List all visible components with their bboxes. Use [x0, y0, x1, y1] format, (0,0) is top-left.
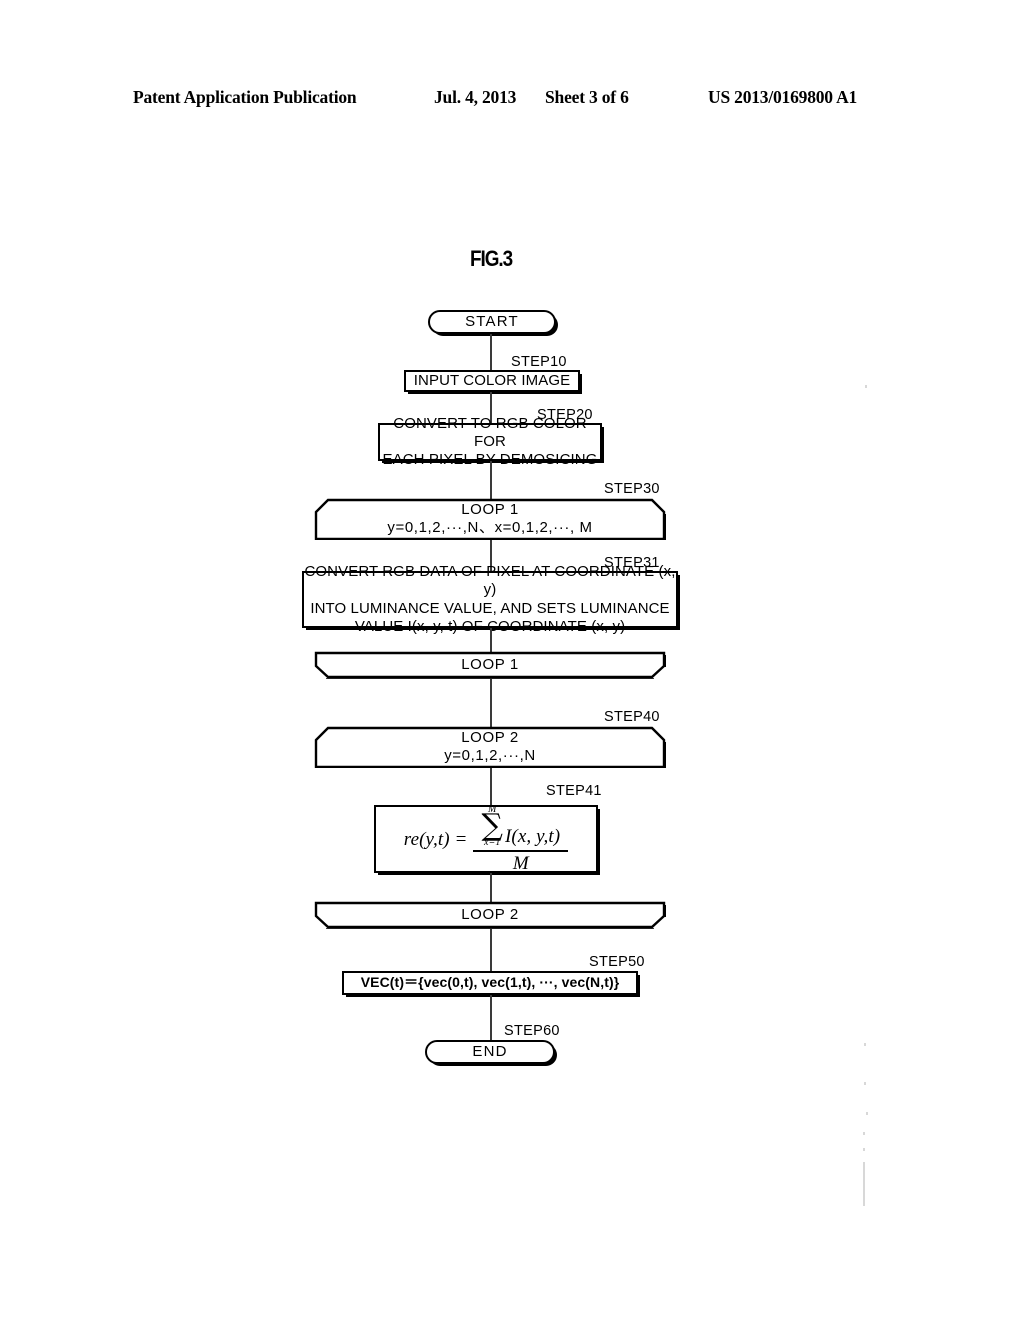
node-step50-label: VEC(t)＝{vec(0,t), vec(1,t), ···, vec(N,t…: [360, 974, 620, 991]
summation-argument: I(x, y,t): [504, 826, 561, 848]
connector-step20-to-loop1: [490, 461, 492, 499]
node-start: START: [428, 310, 556, 334]
scan-artifact: [863, 1148, 865, 1151]
connector-step31-to-loop1end: [490, 628, 492, 652]
formula-numerator: M ∑ x=1 I(x, y,t): [473, 805, 568, 850]
scan-artifact: [863, 1162, 865, 1206]
node-step50: VEC(t)＝{vec(0,t), vec(1,t), ···, vec(N,t…: [342, 971, 638, 995]
step-label-step50: STEP50: [589, 954, 645, 970]
scan-artifact: [864, 1043, 866, 1046]
node-step31-line1: CONVERT RGB DATA OF PIXEL AT COORDINATE …: [304, 562, 676, 599]
connector-loop2end-to-step50: [490, 929, 492, 973]
scan-artifact: [864, 1082, 866, 1085]
node-start-label: START: [465, 312, 519, 330]
connector-step50-to-end: [490, 995, 492, 1040]
connector-loop2-to-step41: [490, 768, 492, 806]
step-label-step40: STEP40: [604, 709, 660, 725]
scan-artifact: [865, 385, 867, 388]
node-step20-line1: CONVERT TO RGB COLOR FOR: [393, 414, 587, 450]
node-step10-label: INPUT COLOR IMAGE: [413, 371, 571, 389]
node-step20: CONVERT TO RGB COLOR FOR EACH PIXEL BY D…: [378, 415, 602, 468]
node-loop2-begin-title: LOOP 2: [461, 728, 519, 746]
node-loop1-end-label: LOOP 1: [461, 655, 519, 673]
step-label-step30: STEP30: [604, 481, 660, 497]
node-loop1-begin: LOOP 1 y=0,1,2,···,N、x=0,1,2,···, M: [314, 498, 666, 540]
formula-lhs: re(y,t) =: [403, 828, 468, 850]
node-loop2-begin-range: y=0,1,2,···,N: [444, 747, 536, 764]
summation-operator: M ∑ x=1: [481, 805, 503, 848]
connector-loop1end-to-loop2: [490, 679, 492, 727]
connector-start-to-step10: [490, 334, 492, 370]
node-end: END: [425, 1040, 555, 1064]
connector-step41-to-loop2end: [490, 873, 492, 902]
formula-fraction: M ∑ x=1 I(x, y,t) M: [473, 805, 569, 874]
node-loop2-end: LOOP 2: [314, 901, 666, 929]
node-loop1-begin-title: LOOP 1: [461, 500, 519, 518]
node-loop2-begin: LOOP 2 y=0,1,2,···,N: [314, 726, 666, 768]
step-label-step41: STEP41: [546, 783, 602, 799]
node-loop1-begin-range: y=0,1,2,···,N、x=0,1,2,···, M: [387, 519, 593, 536]
step-label-step10: STEP10: [511, 354, 567, 370]
summation-lower-limit: x=1: [483, 837, 501, 849]
node-loop1-end: LOOP 1: [314, 651, 666, 679]
formula-average-luminance: re(y,t) = M ∑ x=1 I(x, y,t) M: [403, 805, 569, 874]
node-step41: re(y,t) = M ∑ x=1 I(x, y,t) M: [374, 805, 598, 873]
node-end-label: END: [472, 1042, 508, 1060]
flowchart-diagram: START STEP10 INPUT COLOR IMAGE STEP20 CO…: [0, 0, 1024, 1320]
scan-artifact: [866, 1112, 868, 1115]
scan-artifact: [863, 1132, 865, 1135]
step-label-step60: STEP60: [504, 1023, 560, 1039]
sigma-icon: ∑: [481, 808, 503, 844]
node-step31: CONVERT RGB DATA OF PIXEL AT COORDINATE …: [302, 563, 678, 635]
formula-denominator: M: [512, 852, 529, 874]
node-step10: INPUT COLOR IMAGE: [404, 370, 580, 392]
node-loop2-end-label: LOOP 2: [461, 905, 519, 923]
node-step31-line2: INTO LUMINANCE VALUE, AND SETS LUMINANCE: [310, 599, 670, 617]
